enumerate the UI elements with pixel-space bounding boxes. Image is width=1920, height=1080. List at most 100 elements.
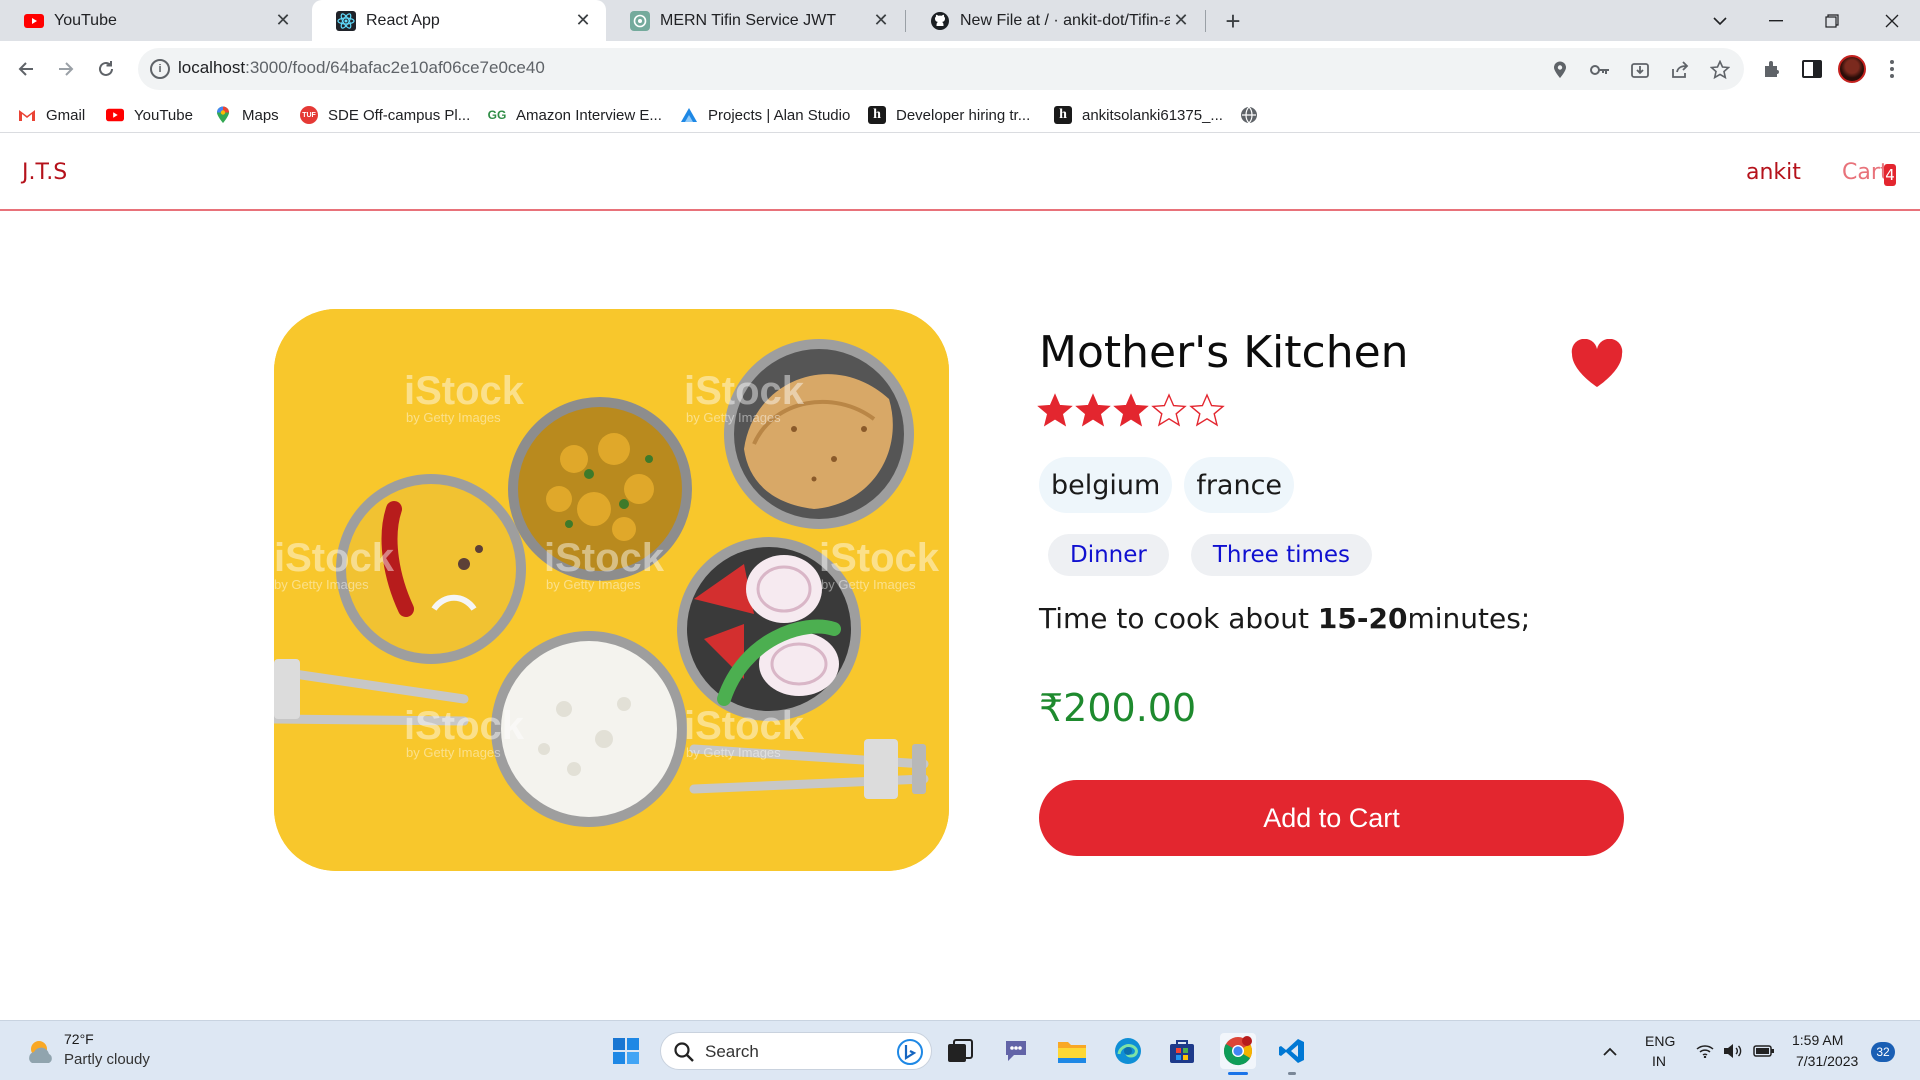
close-icon[interactable]: ✕ [272,10,294,32]
tab-search-button[interactable] [1692,0,1748,41]
chevron-down-icon [1713,16,1727,25]
user-link[interactable]: ankit [1746,160,1801,185]
close-icon[interactable]: ✕ [1170,10,1192,32]
food-title: Mother's Kitchen [1039,327,1409,378]
search-placeholder: Search [705,1042,759,1061]
tab-youtube[interactable]: YouTube ✕ [0,0,306,41]
bookmark-ankitsolanki[interactable]: h ankitsolanki61375_... [1054,103,1223,127]
price: ₹200.00 [1039,686,1197,730]
globe-icon [1240,106,1258,124]
bookmark-youtube[interactable]: YouTube [106,103,193,127]
volume-icon[interactable] [1722,1021,1744,1080]
tag-chip[interactable]: Three times [1190,534,1373,576]
star-filled-icon [1113,393,1149,427]
watermark-text: iStock [274,536,395,580]
language-indicator[interactable]: ENG [1645,1033,1675,1049]
bookmark-label: Gmail [46,106,86,124]
vscode-icon[interactable] [1274,1033,1310,1069]
cook-time: Time to cook about 15-20minutes; [1039,602,1530,635]
app-navbar: J.T.S ankit Cart 4 [0,134,1920,211]
alan-icon [680,106,698,124]
tab-react-app[interactable]: React App ✕ [312,0,606,41]
hackerrank-icon: h [868,106,886,124]
hackerrank-icon: h [1054,106,1072,124]
address-bar[interactable]: i localhost:3000/food/64bafac2e10af06ce7… [138,48,1744,90]
bookmark-gmail[interactable]: Gmail [18,103,85,127]
rating-stars [1037,393,1225,429]
active-app-indicator [1228,1072,1248,1075]
bookmark-alan-studio[interactable]: Projects | Alan Studio [680,103,850,127]
favorite-heart-icon[interactable] [1570,338,1624,389]
close-window-button[interactable] [1864,0,1920,41]
battery-icon[interactable] [1752,1021,1776,1080]
bookmark-label: Maps [242,106,279,124]
tab-label: YouTube [54,11,117,29]
tab-label: New File at / · ankit-dot/Tifin-app [960,11,1170,29]
search-icon [674,1042,694,1062]
show-hidden-icons-chevron-up-icon[interactable] [1598,1021,1622,1080]
profile-avatar[interactable] [1838,55,1866,83]
kebab-menu-icon[interactable] [1874,51,1910,87]
clock-time[interactable]: 1:59 AM [1792,1032,1843,1048]
side-panel-icon[interactable] [1794,51,1830,87]
weather-desc[interactable]: Partly cloudy [64,1051,150,1068]
taskbar-search[interactable]: Search [660,1032,932,1070]
watermark-subtext: by Getty Images [406,410,501,425]
wifi-icon[interactable] [1694,1021,1716,1080]
react-icon [336,10,356,31]
clock-date[interactable]: 7/31/2023 [1796,1053,1858,1069]
bookmark-label: YouTube [134,106,193,124]
edge-icon[interactable] [1110,1033,1146,1069]
watermark-subtext: by Getty Images [686,410,781,425]
minimize-button[interactable] [1748,0,1804,41]
extensions-icon[interactable] [1754,51,1790,87]
tab-github-new-file[interactable]: New File at / · ankit-dot/Tifin-app ✕ [906,0,1204,41]
gmail-icon [18,106,36,124]
install-icon[interactable] [1628,58,1652,82]
add-to-cart-button[interactable]: Add to Cart [1039,780,1624,856]
location-icon[interactable] [1548,58,1572,82]
weather-temp[interactable]: 72°F [64,1031,94,1047]
youtube-icon [106,106,124,124]
bookmark-amazon-interview[interactable]: GG Amazon Interview E... [488,103,662,127]
reload-button[interactable] [88,51,124,87]
chatgpt-icon [630,10,650,31]
bookmark-star-icon[interactable] [1708,58,1732,82]
close-icon[interactable]: ✕ [572,10,594,32]
tab-mern-tifin[interactable]: MERN Tifin Service JWT ✕ [606,0,904,41]
task-view-icon[interactable] [942,1033,978,1069]
windows-start-icon[interactable] [608,1033,644,1069]
brand-logo[interactable]: J.T.S [22,160,67,185]
new-tab-button[interactable]: + [1218,6,1248,36]
bing-icon [897,1039,923,1065]
tag-chip[interactable]: Dinner [1048,534,1169,576]
bookmark-globe[interactable] [1240,103,1268,127]
watermark-subtext: by Getty Images [821,577,916,592]
running-app-indicator [1288,1072,1296,1075]
language-region[interactable]: IN [1652,1053,1666,1069]
cart-link[interactable]: Cart [1842,160,1889,185]
bookmark-developer-hiring[interactable]: h Developer hiring tr... [868,103,1030,127]
share-icon[interactable] [1668,58,1692,82]
file-explorer-icon[interactable] [1054,1033,1090,1069]
back-button[interactable] [8,51,44,87]
github-icon [930,11,950,31]
bookmark-maps[interactable]: Maps [214,103,279,127]
chrome-icon[interactable] [1220,1033,1256,1069]
close-icon[interactable]: ✕ [870,10,892,32]
restore-button[interactable] [1804,0,1860,41]
site-info-icon[interactable]: i [150,59,170,79]
notification-count-badge[interactable]: 32 [1871,1042,1895,1062]
url-text[interactable]: localhost:3000/food/64bafac2e10af06ce7e0… [178,58,545,78]
teams-chat-icon[interactable] [998,1033,1034,1069]
star-filled-icon [1075,393,1111,427]
watermark-subtext: by Getty Images [406,745,501,760]
origin-chip: france [1184,457,1295,513]
weather-partly-cloudy-icon[interactable] [26,1037,56,1067]
key-icon[interactable] [1588,58,1612,82]
tags-list: Dinner Three times [1048,534,1373,576]
forward-button[interactable] [48,51,84,87]
cart-count-badge: 4 [1884,164,1896,186]
microsoft-store-icon[interactable] [1164,1033,1200,1069]
bookmark-sde-offcampus[interactable]: TUF SDE Off-campus Pl... [300,103,470,127]
